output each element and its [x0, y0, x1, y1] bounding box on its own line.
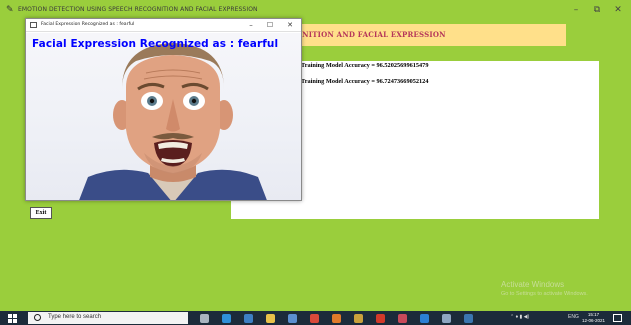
watermark-line-2: Go to Settings to activate Windows. — [501, 291, 588, 297]
heading-banner: GNITION AND FACIAL EXPRESSION — [290, 24, 566, 46]
popup-title: Facial Expression Recognized as : fearfu… — [41, 22, 135, 27]
detected-expression-label: Facial Expression Recognized as : fearfu… — [32, 38, 279, 50]
store-icon[interactable] — [244, 314, 253, 323]
maximize-button[interactable]: ⧉ — [590, 4, 604, 16]
pdf-icon[interactable] — [376, 314, 385, 323]
chrome-icon[interactable] — [310, 314, 319, 323]
camera-frame: Facial Expression Recognized as : fearfu… — [26, 33, 301, 200]
accuracy-line-1: Training Model Accuracy = 96.52025699615… — [301, 62, 429, 69]
popup-minimize-button[interactable]: – — [245, 20, 257, 30]
notification-icon[interactable] — [613, 314, 622, 322]
file-explorer-icon[interactable] — [266, 314, 275, 323]
accuracy-line-2: Training Model Accuracy = 96.72473669052… — [301, 78, 429, 85]
window-app-icon — [30, 22, 37, 28]
edge-icon[interactable] — [222, 314, 231, 323]
taskbar-clock[interactable]: 15:17 12-06-2021 — [582, 312, 605, 324]
app-icon[interactable] — [354, 314, 363, 323]
taskbar-search-box[interactable]: Type here to search — [28, 312, 188, 324]
firefox-icon[interactable] — [332, 314, 341, 323]
cortana-icon — [34, 314, 41, 321]
activate-windows-watermark: Activate Windows Go to Settings to activ… — [501, 280, 588, 297]
popup-maximize-button[interactable]: ☐ — [264, 20, 276, 30]
system-tray[interactable]: ⌃ ♦ ▮ ◀) — [510, 314, 529, 320]
windows-start-icon[interactable] — [8, 314, 17, 323]
clock-date: 12-06-2021 — [582, 318, 606, 323]
face-photo — [79, 43, 267, 200]
language-indicator[interactable]: ENG — [568, 314, 579, 320]
watermark-line-1: Activate Windows — [501, 280, 565, 289]
main-window-titlebar: ✎ EMOTION DETECTION USING SPEECH RECOGNI… — [0, 0, 631, 20]
search-placeholder: Type here to search — [48, 314, 102, 320]
minimize-button[interactable]: – — [569, 4, 583, 16]
python-icon[interactable] — [464, 314, 473, 323]
vscode-icon[interactable] — [420, 314, 429, 323]
heading-banner-text: GNITION AND FACIAL EXPRESSION — [296, 30, 446, 39]
main-window-title: EMOTION DETECTION USING SPEECH RECOGNITI… — [18, 6, 258, 13]
paint-icon[interactable] — [398, 314, 407, 323]
popup-window: Facial Expression Recognized as : fearfu… — [25, 18, 302, 201]
popup-close-button[interactable]: ✕ — [284, 20, 296, 30]
taskbar: Type here to search ⌃ ♦ ▮ ◀) ENG 15:17 1… — [0, 311, 631, 325]
close-button[interactable]: ✕ — [611, 4, 625, 16]
exit-button[interactable]: Exit — [30, 207, 52, 219]
notepad-icon[interactable] — [442, 314, 451, 323]
popup-titlebar[interactable]: Facial Expression Recognized as : fearfu… — [26, 19, 301, 32]
feather-icon: ✎ — [6, 5, 14, 15]
task-view-icon[interactable] — [200, 314, 209, 323]
mail-icon[interactable] — [288, 314, 297, 323]
